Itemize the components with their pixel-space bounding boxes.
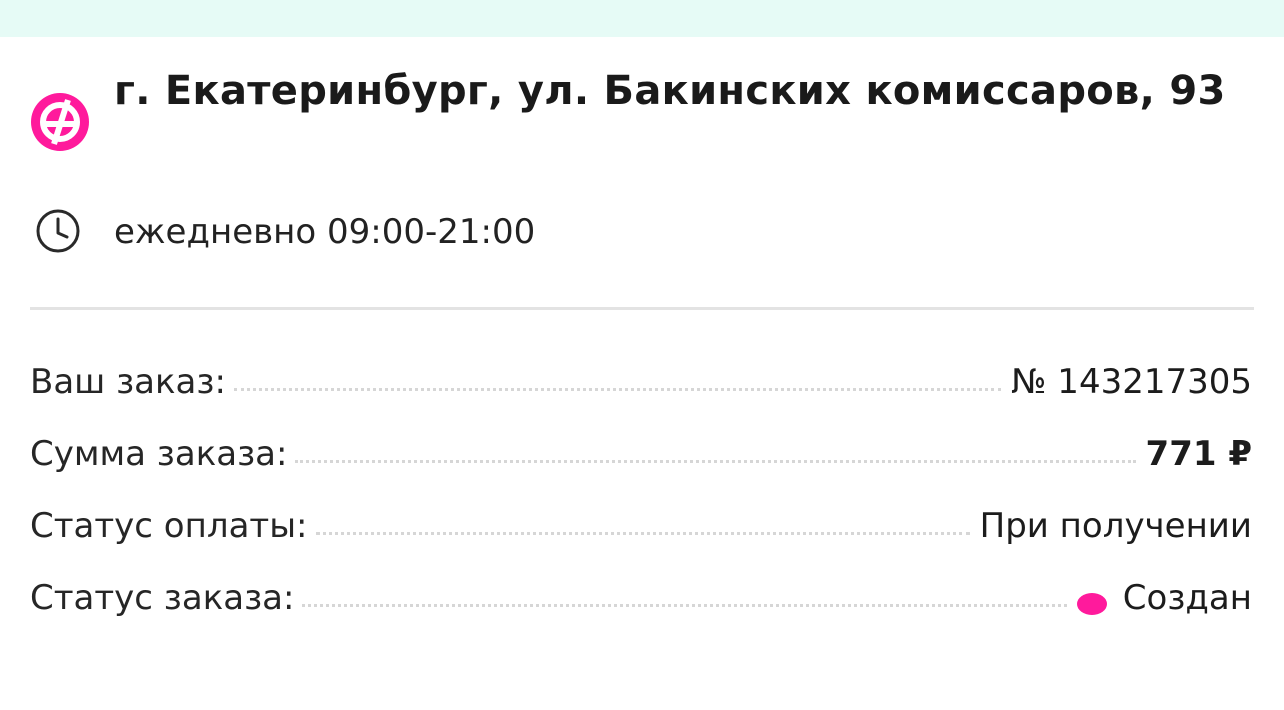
order-number-row: Ваш заказ: № 143217305	[30, 362, 1252, 434]
working-hours-row: ежедневно 09:00-21:00	[34, 204, 934, 260]
pickup-address: г. Екатеринбург, ул. Бакинских комиссаро…	[114, 68, 1226, 114]
order-sum-label: Сумма заказа:	[30, 434, 288, 474]
top-banner	[0, 0, 1284, 37]
order-status-row: Статус заказа: Создан	[30, 578, 1252, 650]
order-status-label: Статус заказа:	[30, 578, 295, 618]
dotted-leader	[233, 388, 1002, 391]
payment-status-value: При получении	[979, 506, 1252, 546]
dotted-leader	[295, 460, 1136, 463]
order-number-value: № 143217305	[1011, 362, 1252, 402]
dotted-leader	[302, 604, 1067, 607]
order-info-list: Ваш заказ: № 143217305 Сумма заказа: 771…	[30, 362, 1252, 650]
dotted-leader	[315, 532, 970, 535]
brand-logo-icon	[30, 92, 90, 152]
status-dot-icon	[1076, 593, 1107, 615]
order-sum-row: Сумма заказа: 771 ₽	[30, 434, 1252, 506]
order-number-label: Ваш заказ:	[30, 362, 226, 402]
payment-status-row: Статус оплаты: При получении	[30, 506, 1252, 578]
clock-icon	[34, 207, 82, 255]
order-status: Создан	[1076, 578, 1252, 618]
divider	[30, 307, 1254, 310]
working-hours: ежедневно 09:00-21:00	[114, 212, 536, 252]
order-status-value: Создан	[1122, 578, 1252, 618]
payment-status-label: Статус оплаты:	[30, 506, 308, 546]
order-sum-value: 771 ₽	[1145, 434, 1252, 474]
